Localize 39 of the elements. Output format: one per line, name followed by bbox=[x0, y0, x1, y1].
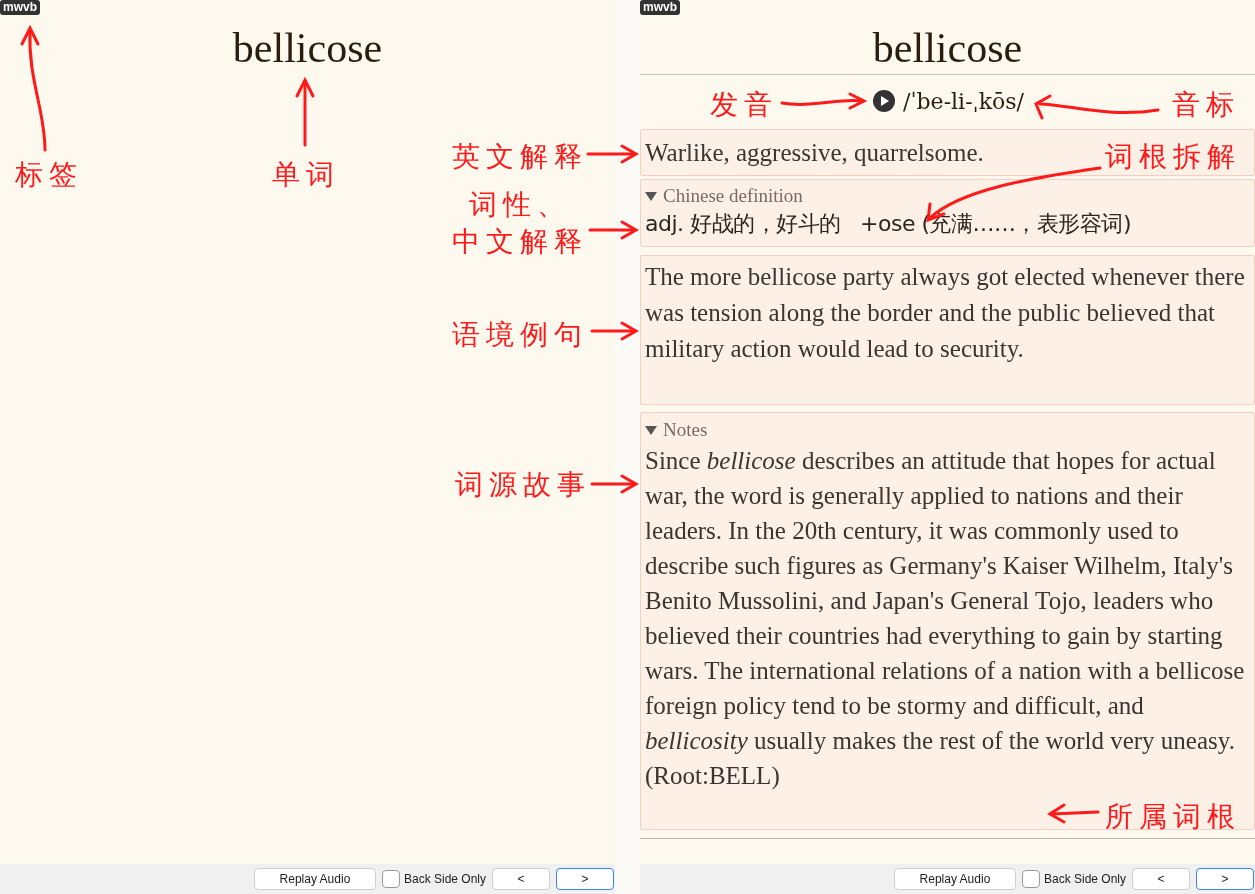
annotation-label: 词源故事 bbox=[455, 467, 591, 503]
tag-label: mwvb bbox=[640, 0, 680, 15]
annotation-label: 发音 bbox=[710, 87, 778, 123]
checkbox[interactable] bbox=[381, 870, 400, 888]
annotation-arrow bbox=[588, 220, 640, 240]
annotation-label: 语境例句 bbox=[452, 317, 588, 353]
annotation-arrow bbox=[590, 474, 640, 494]
replay-audio-button[interactable]: Replay Audio bbox=[253, 868, 376, 890]
annotation-arrow bbox=[295, 76, 315, 147]
annotation-arrow bbox=[586, 144, 640, 164]
example-sentence: The more bellicose party always got elected whenever there was tension along the border and the public believed that military action would lead to security. bbox=[645, 262, 1246, 364]
disclosure-triangle-icon bbox=[645, 191, 657, 201]
tag-label: mwvb bbox=[0, 0, 40, 15]
phonetic-text: /ˈbe-li-ˌkōs/ bbox=[903, 87, 1024, 116]
word-title: bellicose bbox=[232, 25, 383, 71]
annotation-label: 词性、 中文解释 bbox=[452, 187, 588, 260]
disclosure-summary[interactable]: Chinese definition bbox=[645, 183, 1250, 209]
annotation-label: 所属词根 bbox=[1105, 799, 1241, 835]
annotation-label: 词根拆解 bbox=[1105, 139, 1241, 175]
replay-audio-button[interactable]: Replay Audio bbox=[893, 868, 1016, 890]
next-button[interactable]: > bbox=[1196, 868, 1254, 890]
checkbox-label: Back Side Only bbox=[403, 871, 486, 888]
annotation-arrow bbox=[590, 321, 640, 341]
disclosure-triangle-icon bbox=[645, 425, 657, 435]
annotation-label: 音标 bbox=[1172, 87, 1240, 123]
disclosure-summary[interactable]: Notes bbox=[645, 417, 1250, 443]
previous-button[interactable]: < bbox=[1132, 868, 1190, 890]
checkbox[interactable] bbox=[1021, 870, 1040, 888]
notes-text: Since bellicose describes an attitude that hopes for actual war, the word is generally applied to nations and their leaders. In the 20th century, it was commonly used to describe such figures as Germany's Kaiser Wilhelm, Italy's Benito Mussolini, and Japan's General Tojo, leaders who believed their countries had everything to gain by starting wars. The international relations of a nation with a bellicose foreign policy tend to be stormy and difficult, and bellicosity usually makes the rest of the world very uneasy. (Root:BELL) bbox=[645, 446, 1246, 792]
annotation-arrow bbox=[1047, 803, 1100, 824]
english-definition: Warlike, aggressive, quarrelsome. bbox=[645, 137, 984, 168]
previous-button[interactable]: < bbox=[492, 868, 550, 890]
play-icon[interactable] bbox=[873, 90, 896, 112]
checkbox-label: Back Side Only bbox=[1043, 871, 1126, 888]
annotation-label: 单词 bbox=[272, 157, 340, 193]
next-button[interactable]: > bbox=[556, 868, 614, 890]
word-title: bellicose bbox=[872, 24, 1023, 73]
annotation-label: 英文解释 bbox=[452, 139, 588, 175]
annotation-label: 标签 bbox=[15, 157, 83, 193]
